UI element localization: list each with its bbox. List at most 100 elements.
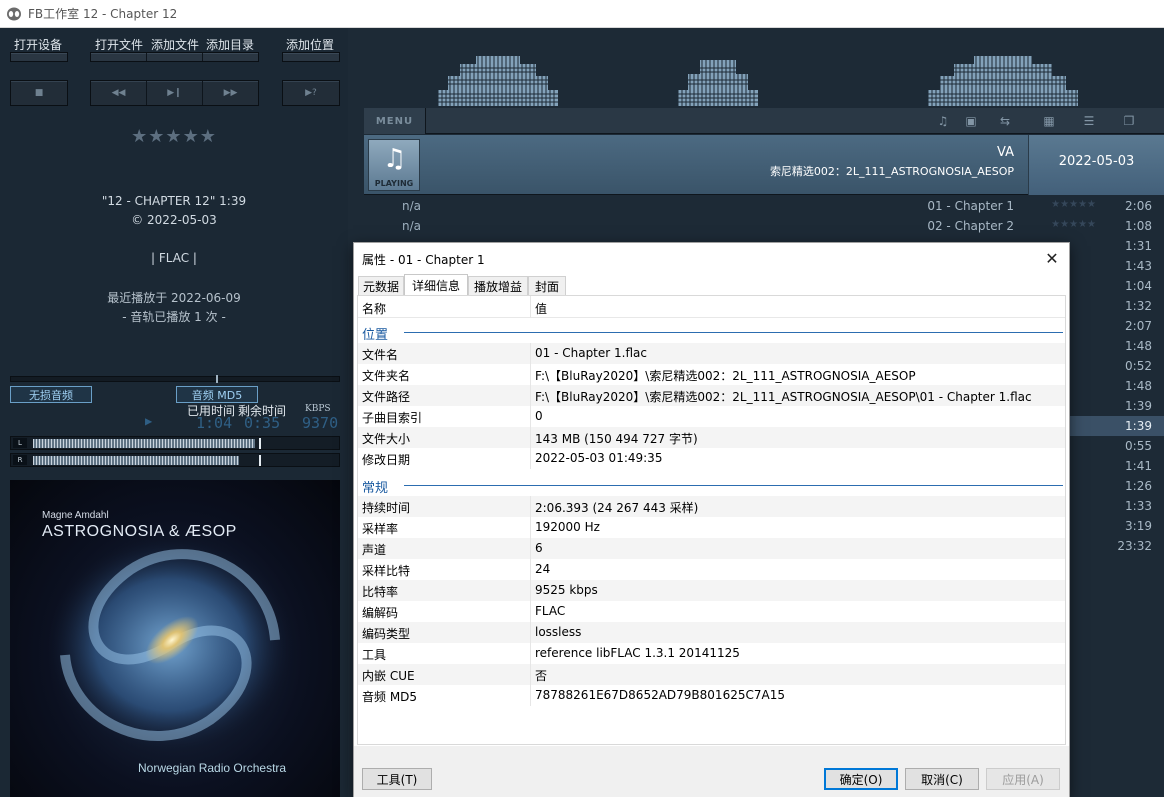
open-device-button[interactable] [10, 52, 68, 62]
property-row[interactable]: 音频 MD5 78788261E67D8652AD79B801625C7A15 [358, 685, 1065, 706]
track-duration: 1:48 [1125, 379, 1152, 393]
add-location-button[interactable] [282, 52, 340, 62]
stop-icon: ■ [34, 88, 44, 98]
order-mode-icon[interactable]: ⇆ [994, 114, 1016, 128]
property-row[interactable]: 文件名 01 - Chapter 1.flac [358, 343, 1065, 364]
property-row[interactable]: 比特率 9525 kbps [358, 580, 1065, 601]
track-duration: 1:08 [1125, 219, 1152, 233]
property-value: 143 MB (150 494 727 字节) [535, 432, 698, 446]
window-icon[interactable]: ▣ [964, 114, 978, 128]
apply-button[interactable]: 应用(A) [986, 768, 1060, 790]
music-note-icon[interactable]: ♫ [936, 114, 950, 128]
close-icon[interactable]: ✕ [1035, 243, 1069, 273]
section-label: 位置 [362, 328, 389, 343]
property-name: 编码类型 [362, 627, 411, 641]
property-row[interactable]: 声道 6 [358, 538, 1065, 559]
file-buttons-strip[interactable] [90, 52, 259, 62]
previous-button[interactable]: ◀◀ [91, 81, 147, 105]
grid-view-icon[interactable]: ▦ [1042, 114, 1056, 128]
property-row[interactable]: 文件夹名 F:\【BluRay2020】\索尼精选002：2L_111_ASTRO… [358, 364, 1065, 385]
seek-bar[interactable] [10, 375, 340, 383]
play-indicator-icon: ▶ [145, 414, 153, 428]
property-row[interactable]: 内嵌 CUE 否 [358, 664, 1065, 685]
property-row[interactable]: 子曲目索引 0 [358, 406, 1065, 427]
column-divider [530, 496, 531, 517]
track-rating[interactable]: ★★★★★ [1051, 219, 1096, 230]
property-row[interactable]: 编解码 FLAC [358, 601, 1065, 622]
track-duration: 1:31 [1125, 239, 1152, 253]
tab-details[interactable]: 详细信息 [404, 274, 468, 295]
playing-label: PLAYING [374, 179, 414, 188]
column-divider [530, 643, 531, 664]
audio-md5-badge: 音频 MD5 [176, 386, 258, 403]
tab-replaygain[interactable]: 播放增益 [468, 276, 528, 295]
play-pause-button[interactable]: ▶❙ [147, 81, 203, 105]
play-count: - 音轨已播放 1 次 - [122, 310, 226, 324]
album-title: ASTROGNOSIA & ÆSOP [42, 523, 237, 540]
list-view-icon[interactable]: ☰ [1082, 114, 1096, 128]
property-row[interactable]: 文件大小 143 MB (150 494 727 字节) [358, 427, 1065, 448]
open-file-button[interactable] [91, 53, 147, 61]
cancel-button[interactable]: 取消(C) [905, 768, 979, 790]
track-duration: 1:04 [1125, 279, 1152, 293]
track-row[interactable]: n/a 01 - Chapter 1 ★★★★★ 2:06 [364, 196, 1164, 216]
property-row[interactable]: 修改日期 2022-05-03 01:49:35 [358, 448, 1065, 469]
mini-window-icon[interactable]: ❐ [1122, 114, 1136, 128]
property-value: reference libFLAC 1.3.1 20141125 [535, 646, 740, 660]
track-rating[interactable]: ★★★★★ [1051, 199, 1096, 210]
property-name: 修改日期 [362, 453, 411, 467]
property-value: 2:06.393 (24 267 443 采样) [535, 501, 699, 515]
column-divider [530, 622, 531, 643]
menu-button[interactable]: MENU [364, 108, 426, 134]
property-row[interactable]: 工具 reference libFLAC 1.3.1 20141125 [358, 643, 1065, 664]
column-divider [530, 427, 531, 448]
format-label: | FLAC | [151, 251, 197, 265]
vu-left-bar [33, 439, 255, 448]
tab-cover[interactable]: 封面 [528, 276, 566, 295]
open-file-label[interactable]: 打开文件 [95, 36, 143, 53]
column-divider [530, 448, 531, 469]
track-name: 02 - Chapter 2 [927, 219, 1014, 233]
add-location-label[interactable]: 添加位置 [286, 36, 334, 53]
random-button[interactable]: ▶? [282, 80, 340, 106]
random-icon: ▶? [305, 88, 317, 98]
header-name[interactable]: 名称 [362, 300, 386, 317]
open-device-label[interactable]: 打开设备 [14, 36, 62, 53]
playlist-toolbar: MENU ♫ ▣ ⇆ ▦ ☰ ❐ [364, 108, 1164, 134]
add-folder-label[interactable]: 添加目录 [206, 36, 254, 53]
track-duration: 1:39 [1125, 399, 1152, 413]
seek-handle[interactable] [216, 375, 218, 383]
tab-metadata[interactable]: 元数据 [358, 276, 404, 295]
column-divider [530, 664, 531, 685]
next-icon: ▶▶ [223, 88, 238, 98]
add-file-button[interactable] [147, 53, 203, 61]
dialog-title-bar: 属性 - 01 - Chapter 1 ✕ [354, 243, 1069, 273]
album-artist: Magne Amdahl [42, 510, 109, 521]
track-duration: 1:32 [1125, 299, 1152, 313]
property-row[interactable]: 文件路径 F:\【BluRay2020】\索尼精选002：2L_111_ASTRO… [358, 385, 1065, 406]
elapsed-time: 1:04 [196, 414, 233, 432]
vu-left-tag: L [13, 438, 27, 448]
property-row[interactable]: 采样比特 24 [358, 559, 1065, 580]
transport-controls: ◀◀ ▶❙ ▶▶ [90, 80, 259, 106]
rating-stars[interactable]: ★★★★★ [0, 126, 348, 147]
property-name: 工具 [362, 648, 387, 662]
now-playing-header[interactable]: ♫ PLAYING VA 索尼精选002：2L_111_ASTROGNOSIA_… [364, 135, 1164, 195]
property-row[interactable]: 采样率 192000 Hz [358, 517, 1065, 538]
ok-button[interactable]: 确定(O) [824, 768, 898, 790]
property-value: 2022-05-03 01:49:35 [535, 451, 663, 465]
track-row[interactable]: n/a 02 - Chapter 2 ★★★★★ 1:08 [364, 216, 1164, 236]
track-duration: 1:43 [1125, 259, 1152, 273]
property-row[interactable]: 编码类型 lossless [358, 622, 1065, 643]
header-value[interactable]: 值 [535, 300, 547, 317]
property-name: 文件路径 [362, 390, 411, 404]
play-pause-icon: ▶❙ [167, 88, 182, 98]
stop-button[interactable]: ■ [10, 80, 68, 106]
next-button[interactable]: ▶▶ [203, 81, 258, 105]
add-file-label[interactable]: 添加文件 [151, 36, 199, 53]
property-name: 子曲目索引 [362, 411, 423, 425]
column-divider [530, 538, 531, 559]
property-row[interactable]: 持续时间 2:06.393 (24 267 443 采样) [358, 496, 1065, 517]
tools-button[interactable]: 工具(T) [362, 768, 432, 790]
property-name: 编解码 [362, 606, 399, 620]
